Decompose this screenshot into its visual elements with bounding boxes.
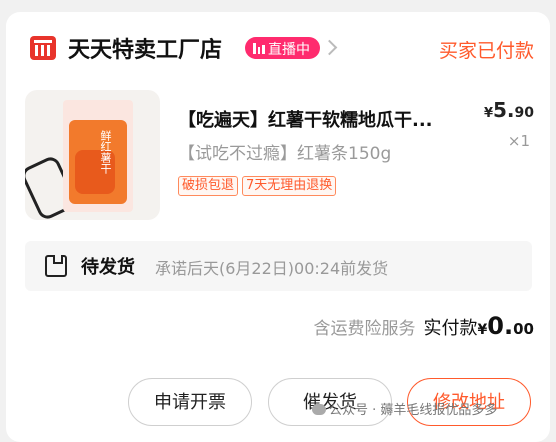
watermark: 公众号 · 薅羊毛线报优品多多 [312,399,497,418]
tag-damage-refund: 破损包退 [178,176,239,196]
paid-symbol: ¥ [477,322,488,338]
paid-integer: 0. [487,312,514,340]
order-card: 天天特卖工厂店 直播中 买家已付款 鲜红薯干 【吃遍天】红薯干软糯地瓜干... … [6,12,550,442]
wechat-icon [312,404,326,415]
chevron-right-icon[interactable] [321,39,338,56]
unit-price: ¥5.90 [484,98,534,122]
live-badge-label: 直播中 [268,42,310,58]
payment-summary: 含运费险服务 实付款¥0.00 [314,312,534,340]
product-title[interactable]: 【吃遍天】红薯干软糯地瓜干... [178,106,468,132]
shipping-promise: 承诺后天(6月22日)00:24前发货 [155,259,389,278]
tag-7day-return: 7天无理由退换 [242,176,337,196]
shop-name[interactable]: 天天特卖工厂店 [68,32,222,64]
apply-invoice-button[interactable]: 申请开票 [128,378,252,426]
shop-logo-icon [30,36,56,60]
product-image[interactable]: 鲜红薯干 [25,90,160,220]
price-symbol: ¥ [483,106,493,121]
shipping-status: 待发货 [81,257,135,278]
shop-header[interactable]: 天天特卖工厂店 直播中 买家已付款 [6,12,550,84]
bag-label: 鲜红薯干 [99,130,112,174]
package-icon [45,255,67,277]
watermark-text: 公众号 · 薅羊毛线报优品多多 [329,403,498,418]
product-sku: 【试吃不过瘾】红薯条150g [178,144,392,164]
quantity: ×1 [507,132,530,150]
paid-decimal: 00 [513,320,534,338]
price-decimal: 90 [514,105,534,121]
price-integer: 5. [493,98,515,122]
live-bars-icon [253,43,265,54]
live-badge[interactable]: 直播中 [245,37,320,59]
paid-label: 实付款 [423,318,478,339]
insurance-service[interactable]: 含运费险服务 [314,319,416,339]
order-status: 买家已付款 [438,40,534,62]
service-tags: 破损包退 7天无理由退换 [178,174,340,196]
shipping-info[interactable]: 待发货 承诺后天(6月22日)00:24前发货 [25,241,532,291]
